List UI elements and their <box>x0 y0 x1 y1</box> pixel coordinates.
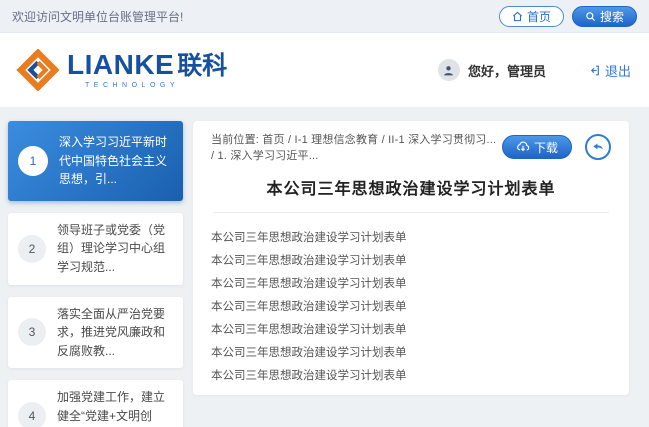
document-link[interactable]: 本公司三年思想政治建设学习计划表单 <box>211 248 407 271</box>
header: LIANKE 联科 TECHNOLOGY 您好，管理员 <box>0 33 649 107</box>
home-button-label: 首页 <box>527 8 551 25</box>
back-arrow-icon <box>591 140 605 154</box>
logo-text-cn: 联科 <box>177 54 227 79</box>
page-title: 本公司三年思想政治建设学习计划表单 <box>211 175 611 199</box>
step-number-badge: 4 <box>18 402 46 427</box>
logo-text-block: LIANKE 联科 TECHNOLOGY <box>67 51 227 89</box>
sidebar-item-label: 领导班子或党委（党组）理论学习中心组学习规范... <box>57 221 173 277</box>
main-actions: 下载 <box>502 134 611 160</box>
logo-subtitle: TECHNOLOGY <box>67 82 227 89</box>
logout-icon <box>588 64 601 77</box>
logout-label: 退出 <box>605 61 631 80</box>
search-icon <box>585 11 596 22</box>
document-link-list: 本公司三年思想政治建设学习计划表单 本公司三年思想政治建设学习计划表单 本公司三… <box>211 223 611 386</box>
sidebar-item-label: 加强党建工作，建立健全“党建+文明创建”机制... <box>57 388 173 427</box>
welcome-text: 欢迎访问文明单位台账管理平台! <box>12 8 183 25</box>
document-link[interactable]: 本公司三年思想政治建设学习计划表单 <box>211 317 407 340</box>
greeting-text: 您好，管理员 <box>468 61 546 80</box>
logout-link[interactable]: 退出 <box>588 61 631 80</box>
header-right: 您好，管理员 退出 <box>438 59 633 81</box>
content-body: 1 深入学习习近平新时代中国特色社会主义思想，引... 2 领导班子或党委（党组… <box>0 107 649 427</box>
page: 欢迎访问文明单位台账管理平台! 首页 搜索 <box>0 0 649 427</box>
document-link[interactable]: 本公司三年思想政治建设学习计划表单 <box>211 271 407 294</box>
step-number-badge: 2 <box>18 235 46 263</box>
sidebar-item-label: 落实全面从严治党要求，推进党风廉政和反腐败教... <box>57 305 173 361</box>
logo-row: LIANKE 联科 <box>67 51 227 79</box>
title-divider <box>213 212 609 213</box>
sidebar-item-3[interactable]: 3 落实全面从严治党要求，推进党风廉政和反腐败教... <box>8 297 183 369</box>
sidebar-item-4[interactable]: 4 加强党建工作，建立健全“党建+文明创建”机制... <box>8 380 183 427</box>
document-link[interactable]: 本公司三年思想政治建设学习计划表单 <box>211 294 407 317</box>
main-top-row: 当前位置: 首页 / I-1 理想信念教育 / II-1 深入学习贯彻习... … <box>211 131 611 163</box>
home-button[interactable]: 首页 <box>499 6 564 27</box>
lianke-logo-icon <box>16 49 60 91</box>
document-link[interactable]: 本公司三年思想政治建设学习计划表单 <box>211 363 407 386</box>
avatar <box>438 59 460 81</box>
sidebar-item-label: 深入学习习近平新时代中国特色社会主义思想，引... <box>59 133 173 189</box>
download-button[interactable]: 下载 <box>502 135 572 159</box>
cloud-download-icon <box>516 140 530 154</box>
logo-text-en: LIANKE <box>67 51 174 79</box>
home-icon <box>512 11 523 22</box>
document-link[interactable]: 本公司三年思想政治建设学习计划表单 <box>211 340 407 363</box>
topbar-actions: 首页 搜索 <box>499 6 637 27</box>
sidebar: 1 深入学习习近平新时代中国特色社会主义思想，引... 2 领导班子或党委（党组… <box>8 121 183 427</box>
search-button[interactable]: 搜索 <box>572 6 637 27</box>
sidebar-item-2[interactable]: 2 领导班子或党委（党组）理论学习中心组学习规范... <box>8 213 183 285</box>
back-button[interactable] <box>585 134 611 160</box>
step-number-badge: 3 <box>18 318 46 346</box>
user-icon <box>442 64 455 77</box>
user-info: 您好，管理员 <box>438 59 546 81</box>
top-bar: 欢迎访问文明单位台账管理平台! 首页 搜索 <box>0 0 649 33</box>
breadcrumb: 当前位置: 首页 / I-1 理想信念教育 / II-1 深入学习贯彻习... … <box>211 131 502 163</box>
search-button-label: 搜索 <box>600 8 624 25</box>
sidebar-item-1[interactable]: 1 深入学习习近平新时代中国特色社会主义思想，引... <box>8 121 183 201</box>
main-panel: 当前位置: 首页 / I-1 理想信念教育 / II-1 深入学习贯彻习... … <box>193 121 629 395</box>
step-number-badge: 1 <box>18 146 48 176</box>
logo[interactable]: LIANKE 联科 TECHNOLOGY <box>16 49 227 91</box>
download-button-label: 下载 <box>534 139 558 156</box>
document-link[interactable]: 本公司三年思想政治建设学习计划表单 <box>211 225 407 248</box>
